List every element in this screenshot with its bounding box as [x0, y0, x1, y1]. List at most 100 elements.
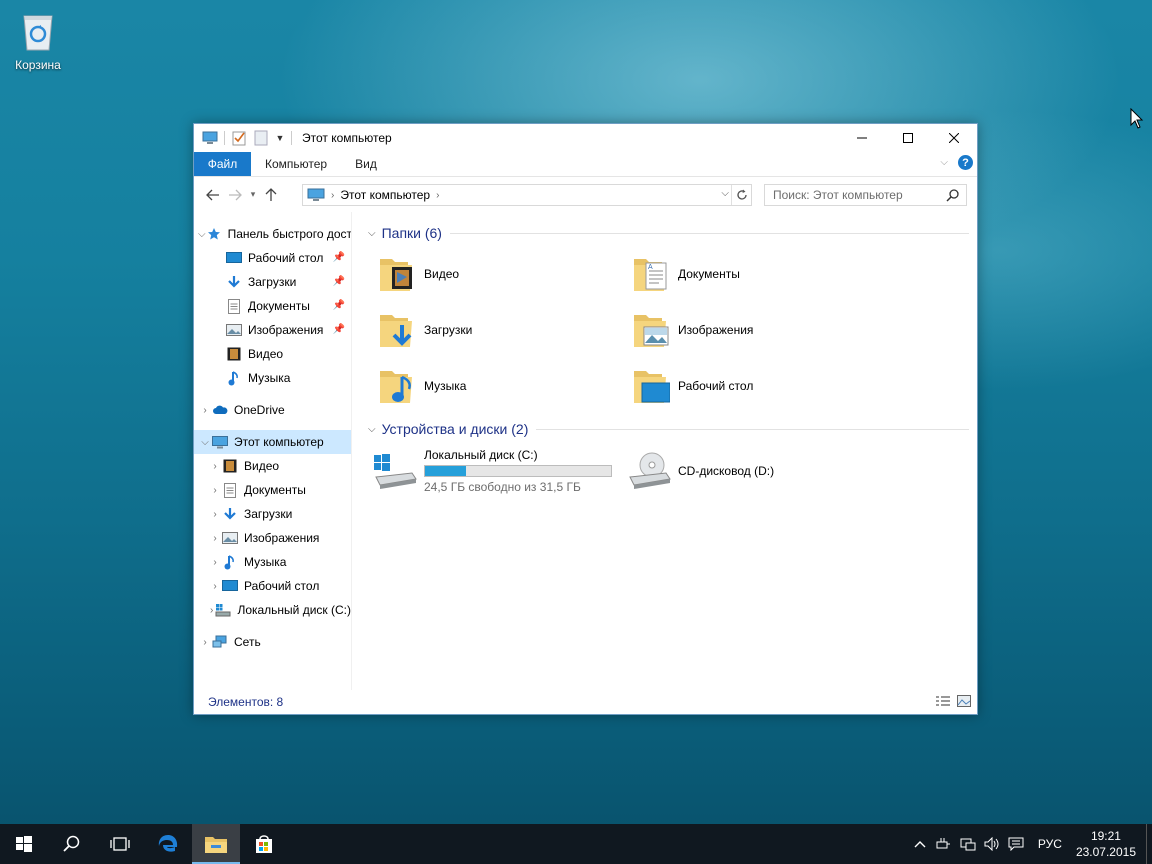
- task-view-button[interactable]: [96, 824, 144, 864]
- folder-item-downloads[interactable]: Загрузки: [368, 302, 622, 358]
- recycle-bin-shortcut[interactable]: Корзина: [8, 8, 68, 72]
- sidebar-item-pc-music[interactable]: › Музыка: [194, 550, 351, 574]
- sidebar-item-pictures[interactable]: Изображения 📌: [194, 318, 351, 342]
- drive-label: CD-дисковод (D:): [678, 464, 775, 478]
- store-icon[interactable]: [240, 824, 288, 864]
- power-icon[interactable]: [932, 824, 956, 864]
- pin-icon[interactable]: 📌: [333, 300, 345, 311]
- sidebar-item-this-pc[interactable]: ⌵ Этот компьютер: [194, 430, 351, 454]
- pictures-folder-icon: [632, 309, 670, 351]
- window-controls: [839, 124, 977, 152]
- item-count: Элементов: 8: [208, 695, 284, 709]
- minimize-button[interactable]: [839, 124, 885, 152]
- edge-browser-icon[interactable]: [144, 824, 192, 864]
- file-explorer-window: ▼ Этот компьютер Файл Компьютер Вид ⌵ ?: [193, 123, 978, 715]
- address-dropdown-icon[interactable]: ⌵: [721, 188, 729, 199]
- sidebar-item-onedrive[interactable]: › OneDrive: [194, 398, 351, 422]
- language-indicator[interactable]: РУС: [1028, 837, 1072, 851]
- group-collapse-chevron-icon[interactable]: ⌵: [368, 424, 376, 435]
- collapsed-chevron-icon[interactable]: ›: [198, 637, 212, 648]
- search-input[interactable]: Поиск: Этот компьютер: [773, 188, 903, 202]
- breadcrumb-this-pc[interactable]: Этот компьютер: [340, 188, 430, 202]
- expanded-chevron-icon[interactable]: ⌵: [198, 229, 206, 240]
- address-bar[interactable]: › Этот компьютер › ⌵: [302, 184, 752, 206]
- recent-locations-button[interactable]: ▾: [246, 184, 260, 206]
- toolbar-separator: [224, 131, 225, 145]
- sidebar-item-documents[interactable]: Документы 📌: [194, 294, 351, 318]
- folder-item-documents[interactable]: A Документы: [622, 246, 876, 302]
- tab-view[interactable]: Вид: [341, 152, 391, 176]
- collapsed-chevron-icon[interactable]: ›: [208, 485, 222, 496]
- new-folder-icon[interactable]: [253, 130, 269, 146]
- search-button[interactable]: [48, 824, 96, 864]
- search-icon[interactable]: [946, 188, 960, 205]
- collapsed-chevron-icon[interactable]: ›: [208, 533, 222, 544]
- sidebar-item-music[interactable]: Музыка: [194, 366, 351, 390]
- title-bar[interactable]: ▼ Этот компьютер: [194, 124, 977, 152]
- group-divider: [449, 232, 969, 234]
- folder-item-music[interactable]: Музыка: [368, 358, 622, 414]
- pin-icon[interactable]: 📌: [333, 252, 345, 263]
- forward-button[interactable]: [224, 184, 246, 206]
- action-center-icon[interactable]: [1004, 824, 1028, 864]
- ribbon-right-controls: ⌵ ?: [940, 155, 973, 170]
- properties-icon[interactable]: [231, 130, 247, 146]
- sidebar-item-pc-desktop[interactable]: › Рабочий стол: [194, 574, 351, 598]
- folders-group-header[interactable]: ⌵ Папки (6): [368, 220, 969, 246]
- group-collapse-chevron-icon[interactable]: ⌵: [368, 228, 376, 239]
- sidebar-item-pc-documents[interactable]: › Документы: [194, 478, 351, 502]
- show-desktop-button[interactable]: [1146, 824, 1152, 864]
- start-button[interactable]: [0, 824, 48, 864]
- collapsed-chevron-icon[interactable]: ›: [208, 509, 222, 520]
- sidebar-item-desktop[interactable]: Рабочий стол 📌: [194, 246, 351, 270]
- pin-icon[interactable]: 📌: [333, 324, 345, 335]
- sidebar-item-pc-videos[interactable]: › Видео: [194, 454, 351, 478]
- collapsed-chevron-icon[interactable]: ›: [208, 581, 222, 592]
- breadcrumb-separator[interactable]: ›: [331, 190, 334, 201]
- details-view-icon[interactable]: [935, 695, 951, 710]
- folder-item-pictures[interactable]: Изображения: [622, 302, 876, 358]
- folder-item-desktop[interactable]: Рабочий стол: [622, 358, 876, 414]
- clock[interactable]: 19:21 23.07.2015: [1072, 828, 1146, 860]
- folder-item-videos[interactable]: Видео: [368, 246, 622, 302]
- content-area: ⌵ Панель быстрого доступа Рабочий стол 📌…: [194, 212, 977, 690]
- system-tray: РУС 19:21 23.07.2015: [908, 824, 1152, 864]
- sidebar-item-videos[interactable]: Видео: [194, 342, 351, 366]
- devices-group-header[interactable]: ⌵ Устройства и диски (2): [368, 416, 969, 442]
- show-hidden-icons-chevron-icon[interactable]: [908, 824, 932, 864]
- network-tray-icon[interactable]: [956, 824, 980, 864]
- pin-icon[interactable]: 📌: [333, 276, 345, 287]
- sidebar-item-downloads[interactable]: Загрузки 📌: [194, 270, 351, 294]
- sidebar-item-pc-local-disk[interactable]: › Локальный диск (C:): [194, 598, 351, 622]
- sidebar-item-label: OneDrive: [234, 403, 285, 417]
- close-button[interactable]: [931, 124, 977, 152]
- sidebar-item-label: Рабочий стол: [244, 579, 320, 593]
- drive-item-cd-rom-d[interactable]: CD-дисковод (D:): [622, 446, 876, 496]
- sidebar-item-pc-downloads[interactable]: › Загрузки: [194, 502, 351, 526]
- large-icons-view-icon[interactable]: [957, 695, 971, 710]
- sidebar-item-network[interactable]: › Сеть: [194, 630, 351, 654]
- collapsed-chevron-icon[interactable]: ›: [208, 461, 222, 472]
- tab-file[interactable]: Файл: [194, 152, 251, 176]
- customize-toolbar-chevron-icon[interactable]: ▼: [275, 130, 285, 146]
- refresh-button[interactable]: [731, 185, 751, 205]
- collapsed-chevron-icon[interactable]: ›: [208, 557, 222, 568]
- collapsed-chevron-icon[interactable]: ›: [208, 605, 215, 616]
- up-button[interactable]: [260, 184, 282, 206]
- back-button[interactable]: [202, 184, 224, 206]
- sidebar-item-pc-pictures[interactable]: › Изображения: [194, 526, 351, 550]
- network-icon: [212, 634, 228, 650]
- tab-computer[interactable]: Компьютер: [251, 152, 341, 176]
- help-icon[interactable]: ?: [958, 155, 973, 170]
- expand-ribbon-chevron-icon[interactable]: ⌵: [940, 157, 948, 168]
- breadcrumb-separator[interactable]: ›: [436, 190, 439, 201]
- collapsed-chevron-icon[interactable]: ›: [198, 405, 212, 416]
- maximize-button[interactable]: [885, 124, 931, 152]
- drive-info: CD-дисковод (D:): [678, 464, 774, 478]
- file-explorer-taskbar-icon[interactable]: [192, 824, 240, 864]
- expanded-chevron-icon[interactable]: ⌵: [198, 437, 212, 448]
- search-box[interactable]: Поиск: Этот компьютер: [764, 184, 967, 206]
- drive-item-local-disk-c[interactable]: Локальный диск (C:) 24,5 ГБ свободно из …: [368, 446, 622, 496]
- sidebar-item-quick-access[interactable]: ⌵ Панель быстрого доступа: [194, 222, 351, 246]
- volume-icon[interactable]: [980, 824, 1004, 864]
